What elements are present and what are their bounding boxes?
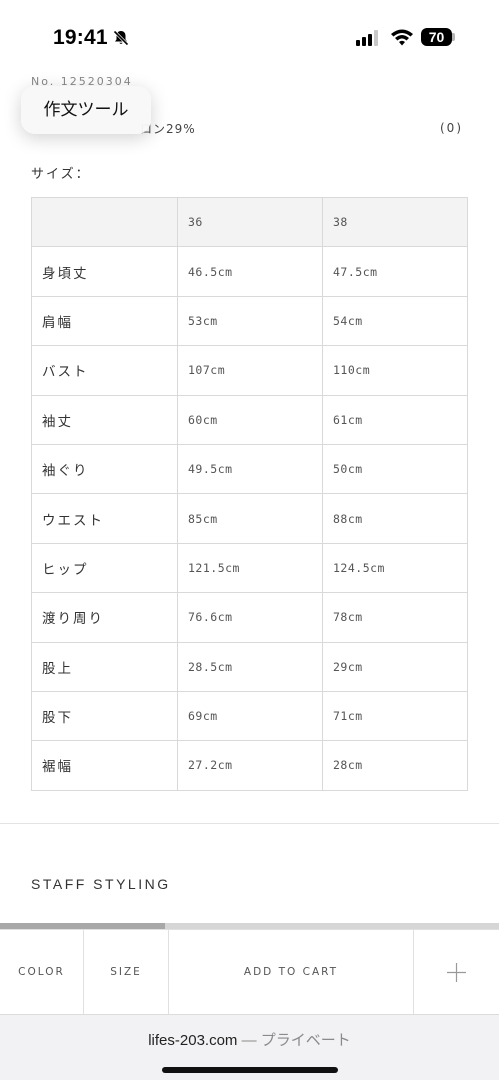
measurement-name: 袖丈 [31,394,178,445]
color-button[interactable]: COLOR [0,930,84,1015]
table-row: バスト 107cm 110cm [31,345,468,396]
battery-tip [452,33,455,41]
measurement-name: 裾幅 [31,740,178,791]
status-bar: 19:41 70 [0,0,499,70]
measurement-name: 肩幅 [31,295,178,347]
measurement-value: 47.5cm [322,246,468,297]
status-time: 19:41 [53,26,108,49]
add-to-cart-button[interactable]: ADD TO CART [169,930,414,1015]
measurement-name: 股上 [31,641,178,692]
table-row: 肩幅 53cm 54cm [31,295,468,347]
measurement-value: 121.5cm [177,542,323,594]
battery-level: 70 [428,29,445,45]
header-cell-size-36: 36 [177,196,323,248]
measurement-value: 78cm [322,592,468,643]
writing-tools-label[interactable]: 作文ツール [21,86,151,134]
table-row: ウエスト 85cm 88cm [31,493,468,544]
bell-slash-icon [113,30,129,46]
measurement-value: 107cm [177,345,323,396]
measurement-value: 29cm [322,641,468,692]
browser-address-bar[interactable]: lifes-203.com — プライベート [0,1014,499,1080]
measurement-value: 28cm [322,740,468,791]
measurement-name: 袖ぐり [31,443,178,495]
measurement-value: 61cm [322,394,468,445]
measurement-name: 身頃丈 [31,246,178,297]
battery-icon: 70 [421,28,455,46]
table-row: 裾幅 27.2cm 28cm [31,740,468,791]
measurement-name: バスト [31,345,178,396]
measurement-value: 124.5cm [322,542,468,594]
size-button[interactable]: SIZE [84,930,169,1015]
address-domain: lifes-203.com [148,1032,238,1049]
measurement-value: 49.5cm [177,443,323,495]
more-options-button[interactable] [414,930,499,1015]
plus-icon [447,963,466,982]
measurement-value: 69cm [177,690,323,742]
header-cell-blank [31,196,178,248]
measurement-value: 50cm [322,443,468,495]
table-row: ヒップ 121.5cm 124.5cm [31,542,468,594]
measurement-name: ウエスト [31,493,178,544]
size-table: 36 38 身頃丈 46.5cm 47.5cm 肩幅 53cm 54cm バスト… [31,196,468,791]
measurement-value: 54cm [322,295,468,347]
measurement-value: 85cm [177,493,323,544]
measurement-value: 28.5cm [177,641,323,692]
measurement-value: 46.5cm [177,246,323,297]
size-section-label: サイズ： [31,167,91,182]
measurement-value: 71cm [322,690,468,742]
measurement-value: 27.2cm [177,740,323,791]
measurement-value: 110cm [322,345,468,396]
measurement-value: 76.6cm [177,592,323,643]
table-row: 股上 28.5cm 29cm [31,641,468,692]
review-count[interactable]: (0) [440,121,463,135]
writing-tools-popup[interactable]: 作文ツール [21,86,151,134]
table-row: 股下 69cm 71cm [31,690,468,742]
staff-styling-heading: STAFF STYLING [31,876,171,892]
home-indicator[interactable] [162,1067,338,1073]
table-row: 渡り周り 76.6cm 78cm [31,592,468,643]
measurement-name: ヒップ [31,542,178,594]
header-cell-size-38: 38 [322,196,468,248]
measurement-name: 股下 [31,690,178,742]
address-text[interactable]: lifes-203.com — プライベート [0,1029,499,1050]
private-mode-label: — プライベート [237,1032,351,1049]
table-row: 袖ぐり 49.5cm 50cm [31,443,468,495]
table-row: 身頃丈 46.5cm 47.5cm [31,246,468,297]
section-divider [0,823,499,824]
size-table-header-row: 36 38 [31,196,468,248]
cellular-signal-icon [356,30,378,46]
measurement-value: 53cm [177,295,323,347]
measurement-value: 60cm [177,394,323,445]
bottom-action-bar: COLOR SIZE ADD TO CART [0,929,499,1015]
measurement-value: 88cm [322,493,468,544]
measurement-name: 渡り周り [31,592,178,643]
table-row: 袖丈 60cm 61cm [31,394,468,445]
wifi-icon [391,29,413,46]
